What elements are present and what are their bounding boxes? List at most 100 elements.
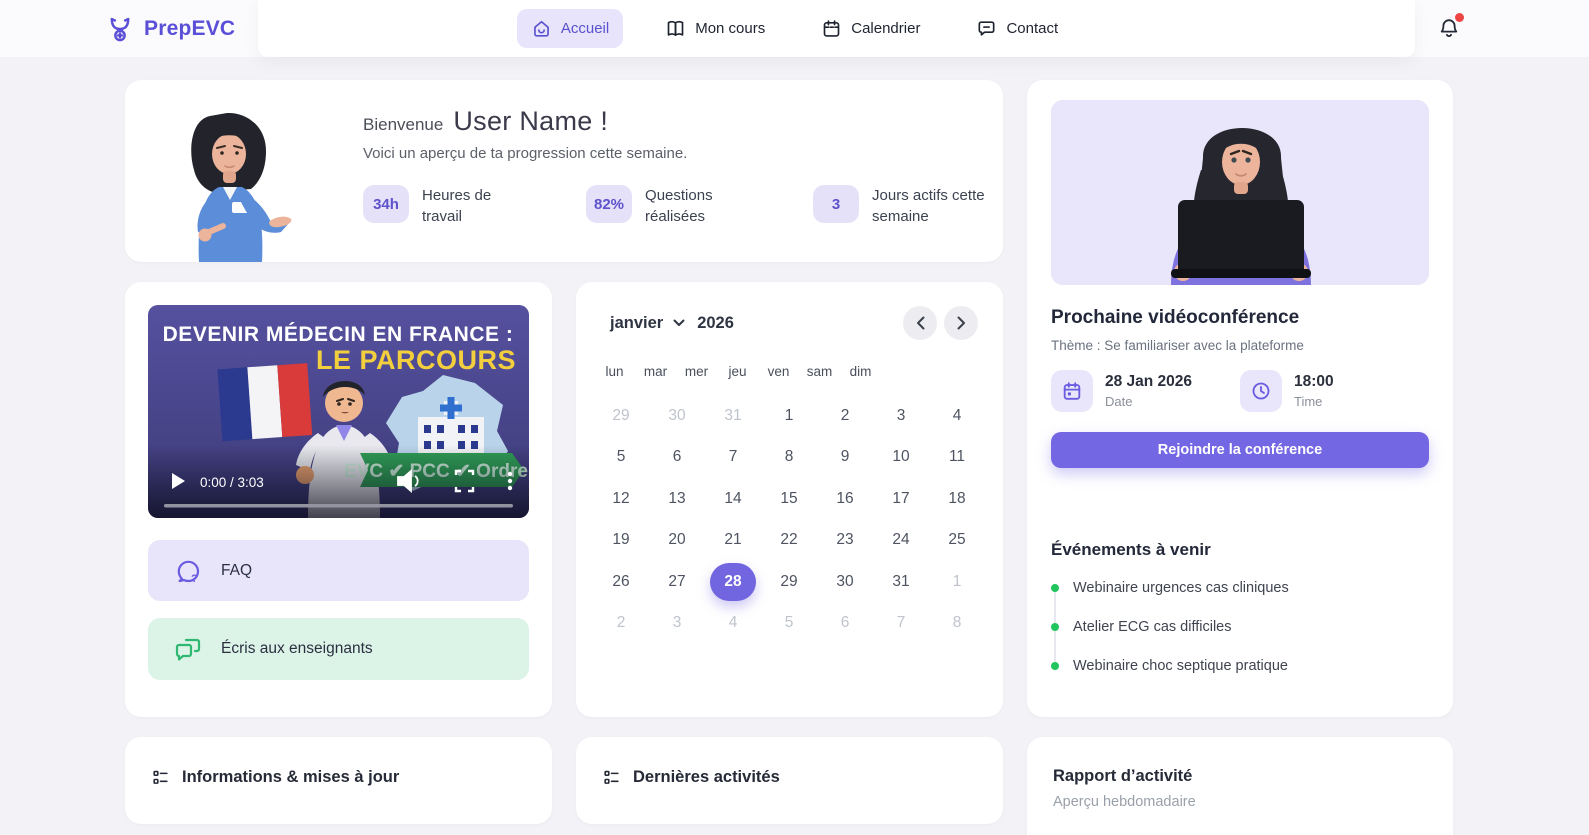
event-item[interactable]: Webinaire choc septique pratique bbox=[1051, 658, 1429, 674]
notification-dot bbox=[1455, 13, 1464, 22]
main-nav: Accueil Mon cours Calendrier Contact bbox=[0, 0, 1589, 57]
event-item[interactable]: Webinaire urgences cas cliniques bbox=[1051, 580, 1429, 596]
calendar-day[interactable]: 2 bbox=[598, 604, 644, 642]
calendar-day[interactable]: 31 bbox=[710, 397, 756, 435]
book-icon bbox=[665, 18, 686, 39]
calendar-day[interactable]: 26 bbox=[598, 563, 644, 601]
prev-month-button[interactable] bbox=[903, 306, 937, 340]
stat-value: 82% bbox=[586, 185, 633, 223]
calendar-day[interactable]: 31 bbox=[878, 563, 924, 601]
conference-date-label: Date bbox=[1105, 394, 1133, 409]
double-chat-icon bbox=[174, 634, 204, 664]
year-label[interactable]: 2026 bbox=[697, 314, 734, 333]
calendar-day[interactable]: 7 bbox=[878, 604, 924, 642]
list-icon bbox=[602, 768, 621, 787]
nav-item-mon-cours[interactable]: Mon cours bbox=[651, 9, 779, 48]
calendar-day[interactable]: 2 bbox=[822, 397, 868, 435]
conference-meta: 28 Jan 2026 Date 18:00 Time bbox=[1051, 370, 1429, 412]
write-teachers-button[interactable]: Écris aux enseignants bbox=[148, 618, 529, 680]
chevron-left-icon bbox=[916, 316, 924, 330]
event-label: Webinaire choc septique pratique bbox=[1073, 658, 1288, 674]
user-name: User Name ! bbox=[453, 106, 609, 136]
calendar-day[interactable]: 1 bbox=[766, 397, 812, 435]
calendar-day[interactable]: 1 bbox=[934, 563, 980, 601]
calendar-day[interactable]: 18 bbox=[934, 480, 980, 518]
calendar-day[interactable]: 22 bbox=[766, 521, 812, 559]
calendar-day[interactable]: 29 bbox=[766, 563, 812, 601]
calendar-day[interactable]: 6 bbox=[654, 438, 700, 476]
nav-item-accueil[interactable]: Accueil bbox=[516, 9, 624, 48]
calendar-header: janvier 2026 bbox=[610, 306, 978, 340]
conference-date-value: 28 Jan 2026 bbox=[1105, 373, 1193, 390]
calendar-day[interactable]: 27 bbox=[654, 563, 700, 601]
calendar-day[interactable]: 10 bbox=[878, 438, 924, 476]
calendar-day[interactable]: 8 bbox=[934, 604, 980, 642]
informations-card[interactable]: Informations & mises à jour bbox=[125, 737, 552, 824]
card-title: Informations & mises à jour bbox=[182, 768, 400, 786]
calendar-day[interactable]: 3 bbox=[654, 604, 700, 642]
events-list: Webinaire urgences cas cliniques Atelier… bbox=[1051, 580, 1429, 674]
svg-text:LE PARCOURS: LE PARCOURS bbox=[316, 345, 516, 375]
nav-label: Mon cours bbox=[695, 20, 766, 37]
month-select[interactable]: janvier bbox=[610, 314, 685, 333]
svg-text:DEVENIR MÉDECIN EN FRANCE :: DEVENIR MÉDECIN EN FRANCE : bbox=[163, 323, 514, 346]
calendar-day[interactable]: 8 bbox=[766, 438, 812, 476]
weekday-label: mar bbox=[643, 364, 668, 379]
calendar-day[interactable]: 30 bbox=[654, 397, 700, 435]
calendar-day[interactable]: 5 bbox=[766, 604, 812, 642]
calendar-day[interactable]: 13 bbox=[654, 480, 700, 518]
calendar-day[interactable]: 6 bbox=[822, 604, 868, 642]
faq-label: FAQ bbox=[221, 561, 253, 579]
conference-illustration bbox=[1051, 100, 1429, 285]
nav-label: Accueil bbox=[560, 20, 610, 37]
svg-text:0:00 / 3:03: 0:00 / 3:03 bbox=[200, 475, 264, 490]
calendar-day[interactable]: 20 bbox=[654, 521, 700, 559]
calendar-day[interactable]: 24 bbox=[878, 521, 924, 559]
top-navbar: PrepEVC Accueil Mon cours Calendrier Con… bbox=[0, 0, 1589, 57]
calendar-day[interactable]: 29 bbox=[598, 397, 644, 435]
calendar-card: janvier 2026 lun mar mer jeu ven sam dim 29 30 3… bbox=[576, 282, 1003, 717]
join-conference-button[interactable]: Rejoindre la conférence bbox=[1051, 432, 1429, 468]
calendar-day-selected[interactable]: 28 bbox=[710, 562, 756, 601]
calendar-day[interactable]: 30 bbox=[822, 563, 868, 601]
faq-chat-icon: ? bbox=[174, 556, 204, 586]
event-item[interactable]: Atelier ECG cas difficiles bbox=[1051, 619, 1429, 635]
stat-value: 34h bbox=[363, 185, 409, 223]
notifications-button[interactable] bbox=[1437, 13, 1464, 42]
weekday-label: jeu bbox=[728, 364, 747, 379]
report-card[interactable]: Rapport d’activité Aperçu hebdomadaire bbox=[1027, 737, 1453, 835]
calendar-day[interactable]: 17 bbox=[878, 480, 924, 518]
calendar-day[interactable]: 3 bbox=[878, 397, 924, 435]
write-teachers-label: Écris aux enseignants bbox=[221, 640, 373, 657]
calendar-weekdays: lun mar mer jeu ven sam dim bbox=[594, 364, 978, 379]
calendar-day[interactable]: 5 bbox=[598, 438, 644, 476]
calendar-day[interactable]: 15 bbox=[766, 480, 812, 518]
calendar-day[interactable]: 4 bbox=[710, 604, 756, 642]
stat-label: Jours actifs cette semaine bbox=[872, 187, 985, 225]
nav-item-contact[interactable]: Contact bbox=[962, 9, 1072, 48]
stat-questions: 82% Questions réalisées bbox=[586, 185, 741, 227]
calendar-day[interactable]: 16 bbox=[822, 480, 868, 518]
calendar-day[interactable]: 23 bbox=[822, 521, 868, 559]
calendar-icon bbox=[821, 18, 842, 39]
event-dot-icon bbox=[1051, 584, 1059, 592]
calendar-day[interactable]: 21 bbox=[710, 521, 756, 559]
nav-item-calendrier[interactable]: Calendrier bbox=[807, 9, 934, 48]
weekday-label: mer bbox=[684, 364, 709, 379]
calendar-day[interactable]: 25 bbox=[934, 521, 980, 559]
video-player[interactable]: EVC ✔ PCC ✔ Ordre DEVENIR MÉDECIN EN FRA… bbox=[148, 305, 529, 518]
calendar-day[interactable]: 12 bbox=[598, 480, 644, 518]
welcome-subtitle: Voici un aperçu de ta progression cette … bbox=[363, 145, 688, 162]
calendar-day[interactable]: 9 bbox=[822, 438, 868, 476]
weekday-label: dim bbox=[849, 364, 872, 379]
calendar-day[interactable]: 4 bbox=[934, 397, 980, 435]
activities-card[interactable]: Dernières activités bbox=[576, 737, 1003, 824]
calendar-day[interactable]: 11 bbox=[934, 438, 980, 476]
calendar-day[interactable]: 19 bbox=[598, 521, 644, 559]
calendar-day[interactable]: 14 bbox=[710, 480, 756, 518]
calendar-day[interactable]: 7 bbox=[710, 438, 756, 476]
next-month-button[interactable] bbox=[944, 306, 978, 340]
faq-button[interactable]: ? FAQ bbox=[148, 540, 529, 601]
clock-icon bbox=[1240, 370, 1282, 412]
conference-time-label: Time bbox=[1294, 394, 1323, 409]
